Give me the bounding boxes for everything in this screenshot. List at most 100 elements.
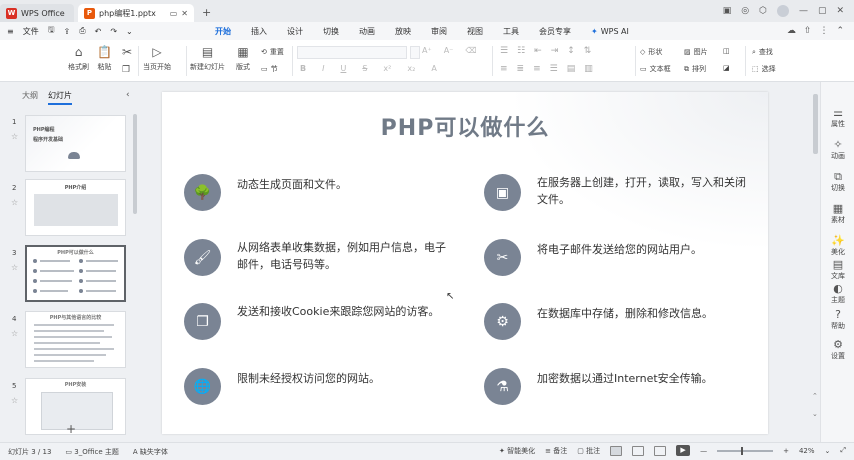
- picture-button[interactable]: ▨ 图片: [684, 47, 708, 57]
- zoom-level[interactable]: 42%: [799, 447, 815, 455]
- smart-beautify-button[interactable]: ✦ 智能美化: [499, 446, 535, 456]
- play-from-current-button[interactable]: ▷ 当页开始: [143, 44, 171, 72]
- zoom-dropdown-icon[interactable]: ⌄: [825, 447, 831, 455]
- font-color-icon[interactable]: A: [431, 64, 436, 73]
- bold-icon[interactable]: B: [300, 64, 306, 73]
- paste-button[interactable]: 📋 粘贴: [97, 44, 112, 72]
- print-icon[interactable]: ⎙: [79, 26, 85, 36]
- animation-button[interactable]: ✧ 动画: [821, 138, 854, 161]
- strikethrough-icon[interactable]: S: [362, 64, 367, 73]
- save-icon[interactable]: 🖫: [48, 24, 55, 38]
- increase-indent-icon[interactable]: ⇥: [551, 46, 559, 56]
- section-button[interactable]: ▭ 节: [261, 64, 278, 74]
- tab-member[interactable]: 会员专享: [539, 24, 571, 39]
- find-button[interactable]: ⌕ 查找: [752, 47, 773, 57]
- more-icon[interactable]: ⌄: [126, 27, 133, 36]
- fill-button[interactable]: ◪: [723, 64, 730, 72]
- list-item[interactable]: 🌐 限制未经授权访问您的网站。: [184, 368, 447, 405]
- justify-icon[interactable]: ☰: [550, 64, 558, 74]
- align-center-icon[interactable]: ≣: [517, 64, 525, 74]
- notes-button[interactable]: ≡ 备注: [545, 446, 567, 456]
- cut-button[interactable]: ✂: [122, 44, 132, 60]
- subscript-icon[interactable]: x₂: [407, 64, 415, 73]
- transition-button[interactable]: ⧉ 切换: [821, 170, 854, 193]
- new-tab-plus-icon[interactable]: +: [202, 6, 211, 19]
- slide-thumbnail[interactable]: PHP介绍: [25, 179, 126, 236]
- export-icon[interactable]: ⇪: [64, 27, 71, 36]
- list-item[interactable]: 🌳 动态生成页面和文件。: [184, 174, 447, 211]
- slide-sorter-button[interactable]: [632, 445, 645, 456]
- distribute-icon[interactable]: ▤: [567, 64, 576, 74]
- properties-button[interactable]: ⚌ 属性: [821, 106, 854, 129]
- more-menu-icon[interactable]: ⋮: [819, 26, 828, 36]
- theme-button[interactable]: ◐ 主题: [821, 282, 854, 305]
- format-painter-button[interactable]: ⌂ 格式刷: [68, 44, 89, 72]
- star-icon[interactable]: ☆: [11, 396, 18, 405]
- theme-name[interactable]: ▭ 3_Office 主题: [65, 447, 118, 457]
- slide-thumbnail-selected[interactable]: PHP可以做什么: [25, 245, 126, 302]
- bullets-icon[interactable]: ☰: [500, 46, 508, 56]
- copy-button[interactable]: ❐: [122, 62, 130, 78]
- prev-slide-icon[interactable]: ⌃: [812, 392, 818, 400]
- select-button[interactable]: ⬚ 选择: [752, 64, 776, 74]
- list-item[interactable]: ✂ 将电子邮件发送给您的网站用户。: [484, 239, 747, 276]
- tab-transition[interactable]: 切换: [323, 24, 339, 39]
- library-button[interactable]: ▤ 文库: [821, 258, 854, 281]
- tab-slides[interactable]: 幻灯片: [48, 90, 72, 105]
- tab-home[interactable]: 开始: [215, 24, 231, 42]
- shrink-font-icon[interactable]: A⁻: [444, 46, 454, 55]
- font-size-input[interactable]: [410, 46, 420, 59]
- slide-thumbnail[interactable]: PHP编程 程序开发基础: [25, 115, 126, 172]
- shape-button[interactable]: ◇ 形状: [640, 47, 662, 57]
- wps-ai-button[interactable]: ✦ WPS AI: [591, 27, 629, 36]
- share-icon[interactable]: ⇧: [804, 26, 812, 36]
- align-left-icon[interactable]: ≡: [500, 64, 508, 74]
- close-window-icon[interactable]: ✕: [836, 6, 844, 16]
- close-tab-icon[interactable]: ✕: [181, 9, 188, 18]
- reset-button[interactable]: ⟲ 重置: [261, 47, 284, 57]
- columns-icon[interactable]: ▥: [584, 64, 593, 74]
- clear-format-icon[interactable]: ⌫: [465, 46, 476, 55]
- cloud-icon[interactable]: ☁: [787, 26, 796, 36]
- slide-title[interactable]: PHP可以做什么: [162, 110, 768, 142]
- list-item[interactable]: 🖌 从网络表单收集数据，例如用户信息，电子邮件，电话号码等。: [184, 239, 447, 276]
- grow-font-icon[interactable]: A⁺: [422, 46, 432, 55]
- beautify-button[interactable]: ✨ 美化: [821, 234, 854, 257]
- list-item[interactable]: ▣ 在服务器上创建，打开，读取，写入和关闭文件。: [484, 174, 747, 211]
- tab-insert[interactable]: 插入: [251, 24, 267, 39]
- collapse-ribbon-icon[interactable]: ⌃: [836, 26, 844, 36]
- tab-outline[interactable]: 大纲: [22, 90, 38, 105]
- play-slideshow-button[interactable]: ▶: [676, 445, 691, 456]
- missing-font-button[interactable]: A 缺失字体: [133, 447, 168, 457]
- tab-design[interactable]: 设计: [287, 24, 303, 39]
- star-icon[interactable]: ☆: [11, 263, 18, 272]
- align-right-icon[interactable]: ≡: [533, 64, 541, 74]
- text-direction-icon[interactable]: ⇅: [584, 46, 592, 56]
- cube-icon[interactable]: ⬡: [759, 6, 767, 16]
- panel-scrollbar[interactable]: [133, 114, 137, 214]
- slide-scrollbar[interactable]: ⌃ ⌄: [812, 92, 818, 434]
- next-slide-icon[interactable]: ⌄: [812, 410, 818, 418]
- tab-view[interactable]: 视图: [467, 24, 483, 39]
- skin-icon[interactable]: ◎: [741, 6, 749, 16]
- tab-slideshow[interactable]: 放映: [395, 24, 411, 39]
- zoom-slider-knob[interactable]: [740, 446, 743, 455]
- slide-thumbnail[interactable]: PHP与其他语言的比较: [25, 311, 126, 368]
- maximize-icon[interactable]: ▢: [818, 6, 827, 16]
- italic-icon[interactable]: I: [322, 64, 324, 73]
- home-tab[interactable]: W WPS Office: [0, 4, 74, 22]
- zoom-slider[interactable]: [717, 446, 774, 455]
- hamburger-icon[interactable]: ≡: [7, 27, 14, 36]
- collapse-panel-icon[interactable]: ‹: [126, 90, 130, 100]
- reading-view-button[interactable]: [654, 445, 667, 456]
- zoom-out-icon[interactable]: —: [700, 447, 707, 455]
- help-button[interactable]: ? 帮助: [821, 308, 854, 331]
- star-icon[interactable]: ☆: [11, 132, 18, 141]
- decrease-indent-icon[interactable]: ⇤: [534, 46, 542, 56]
- comments-button[interactable]: ▢ 批注: [577, 446, 600, 456]
- list-item[interactable]: ⚗ 加密数据以通过Internet安全传输。: [484, 368, 747, 405]
- layout-button[interactable]: ▦ 版式: [236, 44, 250, 72]
- settings-button[interactable]: ⚙ 设置: [821, 338, 854, 361]
- avatar[interactable]: [776, 5, 789, 17]
- undo-icon[interactable]: ↶: [95, 27, 102, 36]
